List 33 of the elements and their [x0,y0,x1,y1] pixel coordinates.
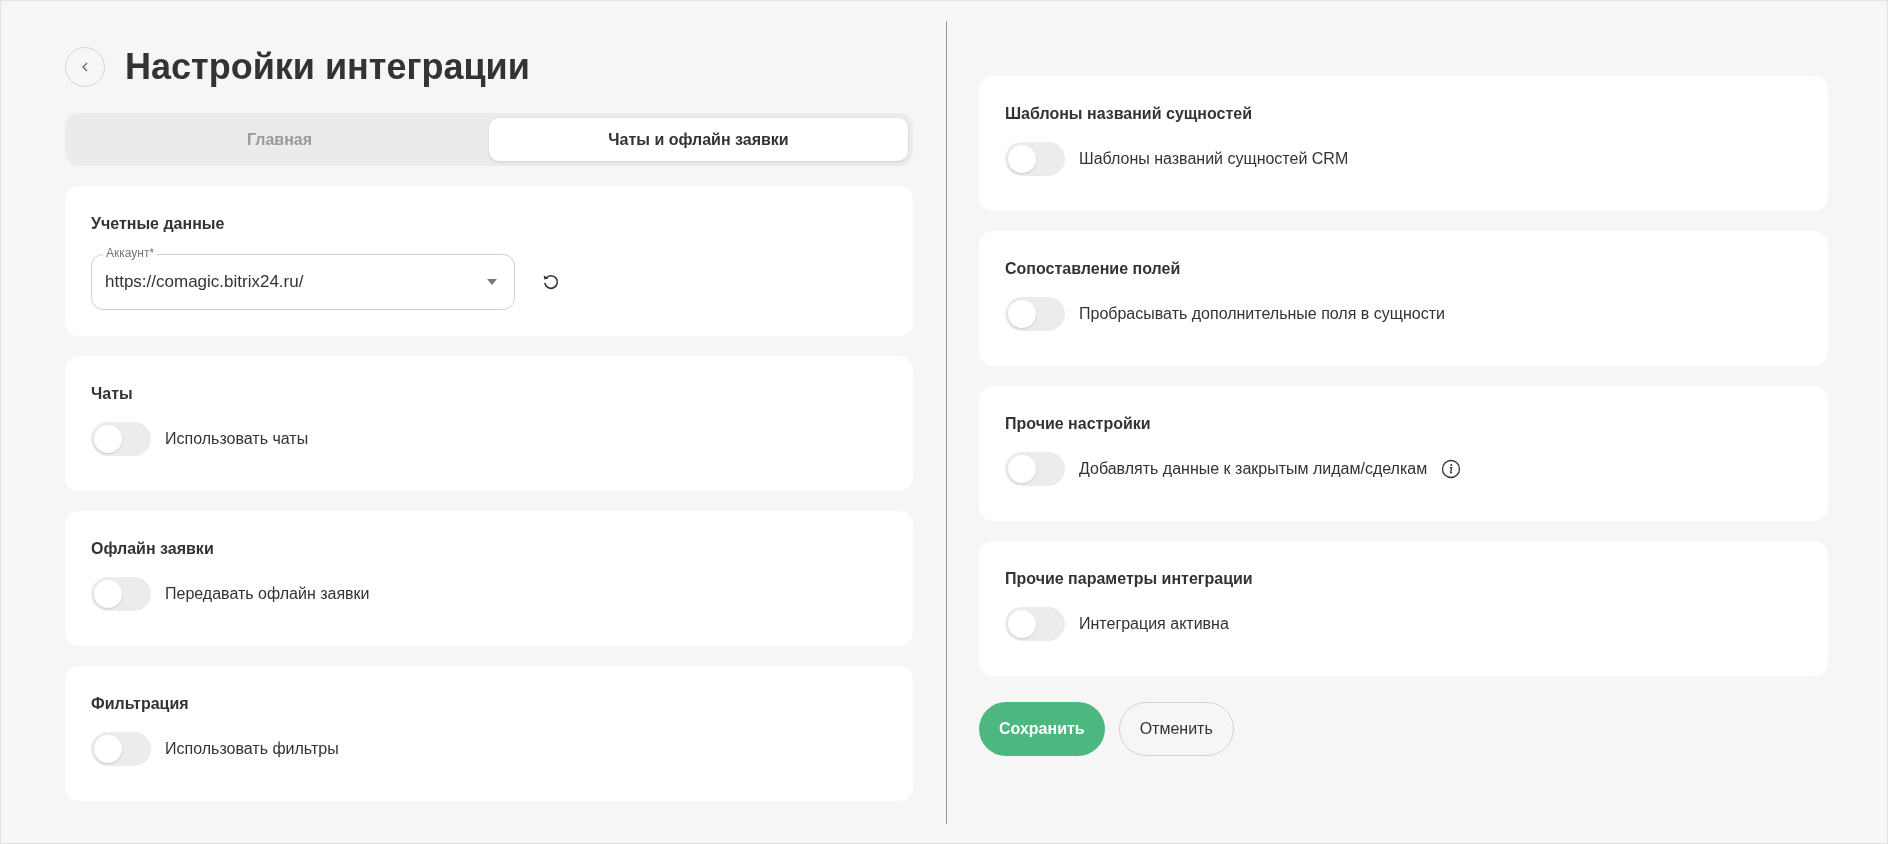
toggle-switch[interactable] [1005,452,1065,486]
toggle-label: Интеграция активна [1079,615,1229,633]
dropdown-caret-icon [487,279,497,285]
tab[interactable]: Чаты и офлайн заявки [489,118,908,161]
toggle-switch[interactable] [91,732,151,766]
toggle-switch[interactable] [1005,142,1065,176]
toggle-switch[interactable] [91,422,151,456]
card-heading: Офлайн заявки [91,539,215,559]
card-heading: Прочие параметры интеграции [1005,569,1254,589]
toggle-switch[interactable] [1005,297,1065,331]
chevron-left-icon [81,62,89,72]
account-select[interactable]: Аккаунт* https://comagic.bitrix24.ru/ [91,246,515,310]
card-heading: Фильтрация [91,694,190,714]
refresh-icon[interactable] [541,272,561,292]
toggle-label: Пробрасывать дополнительные поля в сущности [1079,305,1445,323]
info-icon[interactable] [1441,459,1462,479]
cancel-button[interactable]: Отменить [1118,702,1234,756]
card-heading: Учетные данные [91,214,226,234]
field-label: Аккаунт* [103,246,158,260]
toggle-label: Добавлять данные к закрытым лидам/сделкам [1079,460,1428,478]
toggle-switch[interactable] [91,577,151,611]
card-heading: Чаты [91,384,134,404]
back-button[interactable] [65,47,105,87]
card-heading: Прочие настройки [1005,414,1152,434]
page-title: Настройки интеграции [125,46,530,88]
field-value: https://comagic.bitrix24.ru/ [105,272,304,292]
toggle-label: Использовать фильтры [165,740,339,758]
toggle-label: Использовать чаты [165,430,309,448]
card-heading: Шаблоны названий сущностей [1005,104,1253,124]
toggle-label: Передавать офлайн заявки [165,585,370,603]
card-heading: Сопоставление полей [1005,259,1182,279]
toggle-switch[interactable] [1005,607,1065,641]
toggle-label: Шаблоны названий сущностей CRM [1079,150,1349,168]
